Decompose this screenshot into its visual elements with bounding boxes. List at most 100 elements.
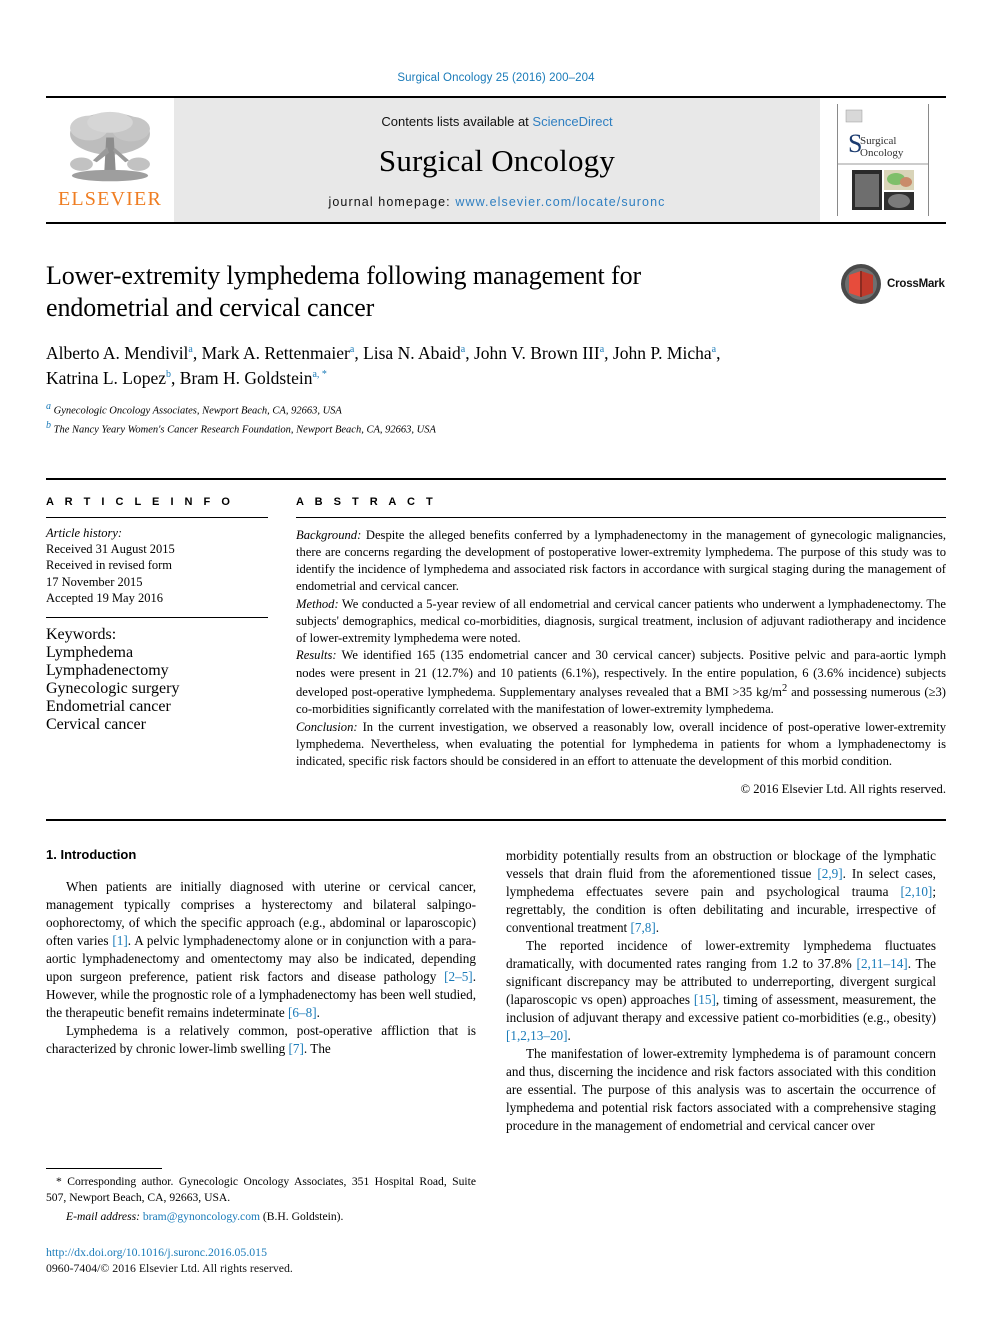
author-separator: , [354,343,364,364]
history-line: Received 31 August 2015 [46,541,175,556]
svg-text:Oncology: Oncology [860,147,904,159]
citation-ref[interactable]: [6–8] [288,1005,317,1020]
journal-header-center: Contents lists available at ScienceDirec… [174,98,820,222]
keyword-item: Lymphedema [46,643,134,661]
affiliation-a: a Gynecologic Oncology Associates, Newpo… [46,400,946,419]
article-page: Surgical Oncology 25 (2016) 200–204 ELSE… [0,0,992,1323]
abstract-background-label: Background: [296,527,362,542]
section-heading-introduction: 1. Introduction [46,847,137,863]
journal-cover-thumbnail: S Surgical Oncology [837,104,929,216]
author-name: Katrina L. Lopez [46,368,167,389]
journal-header-band: ELSEVIER Contents lists available at Sci… [46,96,946,224]
citation-ref[interactable]: [1,2,13–20] [506,1028,568,1043]
affiliation-marker: a [46,401,51,413]
author-name: John V. Brown III [473,343,600,364]
issn-copyright-line: 0960-7404/© 2016 Elsevier Ltd. All right… [46,1260,293,1275]
sciencedirect-link[interactable]: ScienceDirect [532,114,612,129]
footnote-divider [46,1168,162,1169]
affiliation-text: The Nancy Yeary Women's Cancer Research … [53,424,436,436]
author-separator: , [192,343,202,364]
elsevier-wordmark: ELSEVIER [57,188,163,210]
footnote-zone: * Corresponding author. Gynecologic Onco… [46,1168,476,1276]
keywords-title: Keywords: [46,625,117,643]
intro-paragraph-3: The reported incidence of lower-extremit… [506,937,936,1045]
citation-ref[interactable]: [7] [289,1041,304,1056]
author-separator: , [171,368,180,389]
homepage-url-link[interactable]: www.elsevier.com/locate/suronc [455,195,665,209]
abstract-background-text: Despite the alleged benefits conferred b… [296,527,946,594]
email-label: E-mail address: [66,1210,140,1224]
keyword-item: Endometrial cancer [46,697,171,715]
author-name: John P. Micha [612,343,712,364]
body-column-left: 1. Introduction When patients are initia… [46,847,476,1134]
crossmark-label: CrossMark [887,278,945,290]
abstract-method-text: We conducted a 5-year review of all endo… [296,596,946,646]
article-info-column: A R T I C L E I N F O Article history: R… [46,496,268,798]
citation-ref[interactable]: [2,11–14] [857,956,908,971]
author-name: Mark A. Rettenmaier [201,343,350,364]
contents-available-line: Contents lists available at ScienceDirec… [381,114,612,129]
abstract-conclusion: Conclusion: In the current investigation… [296,719,946,771]
abstract-column: A B S T R A C T Background: Despite the … [296,496,946,798]
paragraph-text: . The [303,1040,331,1056]
doi-link[interactable]: http://dx.doi.org/10.1016/j.suronc.2016.… [46,1245,476,1260]
paragraph-text: . [316,1004,320,1020]
abstract-conclusion-label: Conclusion: [296,719,358,734]
abstract-background: Background: Despite the alleged benefits… [296,527,946,596]
author-separator: , [604,343,609,364]
citation-ref[interactable]: [1] [112,933,127,948]
page-title: Lower-extremity lymphedema following man… [46,261,642,322]
title-block: CrossMark Lower-extremity lymphedema fol… [46,260,946,438]
paragraph-text: Lymphedema is a relatively common, post-… [46,1022,476,1056]
body-column-right: morbidity potentially results from an ob… [506,847,936,1134]
abstract-results-label: Results: [296,648,337,663]
contents-prefix: Contents lists available at [381,113,533,129]
intro-paragraph-4: The manifestation of lower-extremity lym… [506,1045,936,1135]
abstract-method: Method: We conducted a 5-year review of … [296,596,946,648]
keywords-group: Keywords: Lymphedema Lymphadenectomy Gyn… [46,616,268,734]
journal-homepage-line: journal homepage: www.elsevier.com/locat… [329,195,666,209]
divider [296,516,946,518]
abstract-method-label: Method: [296,596,339,611]
corresponding-author-marker[interactable]: a, * [312,369,326,380]
elsevier-tree-icon [70,111,150,182]
article-info-heading: A R T I C L E I N F O [46,495,234,508]
elsevier-logo: ELSEVIER [46,98,174,222]
intro-paragraph-1: When patients are initially diagnosed wi… [46,878,476,1022]
corresponding-text: Corresponding author. Gynecologic Oncolo… [46,1175,476,1204]
info-abstract-region: A R T I C L E I N F O Article history: R… [46,477,946,798]
divider [46,819,946,822]
history-line: 17 November 2015 [46,574,143,589]
article-history-group: Article history: Received 31 August 2015… [46,518,268,617]
abstract-copyright: © 2016 Elsevier Ltd. All rights reserved… [740,782,946,797]
journal-title: Surgical Oncology [378,142,616,178]
citation-ref[interactable]: [2–5] [444,969,473,984]
history-line: Accepted 19 May 2016 [46,591,163,606]
paragraph-text: The manifestation of lower-extremity lym… [506,1045,936,1133]
body-columns: 1. Introduction When patients are initia… [46,847,946,1134]
abstract-conclusion-text: In the current investigation, we observe… [296,719,946,769]
corresponding-author-footnote: * Corresponding author. Gynecologic Onco… [46,1174,476,1205]
svg-text:Surgical: Surgical [860,135,896,147]
running-head: Surgical Oncology 25 (2016) 200–204 [397,72,595,84]
author-separator: , [716,343,721,364]
crossmark-badge[interactable]: CrossMark [840,256,945,312]
email-footnote: E-mail address: bram@gynoncology.com (B.… [46,1209,476,1225]
author-name: Alberto A. Mendivil [46,343,189,364]
journal-cover-cell: S Surgical Oncology [820,98,946,222]
crossmark-icon [841,264,881,304]
intro-paragraph-2: Lymphedema is a relatively common, post-… [46,1022,476,1058]
history-line: Received in revised form [46,558,172,573]
citation-ref[interactable]: [2,9] [817,866,842,881]
affiliation-b: b The Nancy Yeary Women's Cancer Researc… [46,419,946,438]
citation-ref[interactable]: [7,8] [631,920,656,935]
author-name: Bram H. Goldstein [179,368,313,389]
email-link[interactable]: bram@gynoncology.com [143,1210,260,1223]
citation-ref[interactable]: [2,10] [900,884,932,899]
paragraph-text: . [655,920,660,936]
author-separator: , [465,343,474,364]
homepage-label: journal homepage: [328,194,456,209]
citation-ref[interactable]: [15] [694,992,716,1007]
author-list: Alberto A. Mendivila, Mark A. Rettenmaie… [46,341,766,391]
authors-line-1: Alberto A. Mendivila, Mark A. Rettenmaie… [46,343,613,363]
